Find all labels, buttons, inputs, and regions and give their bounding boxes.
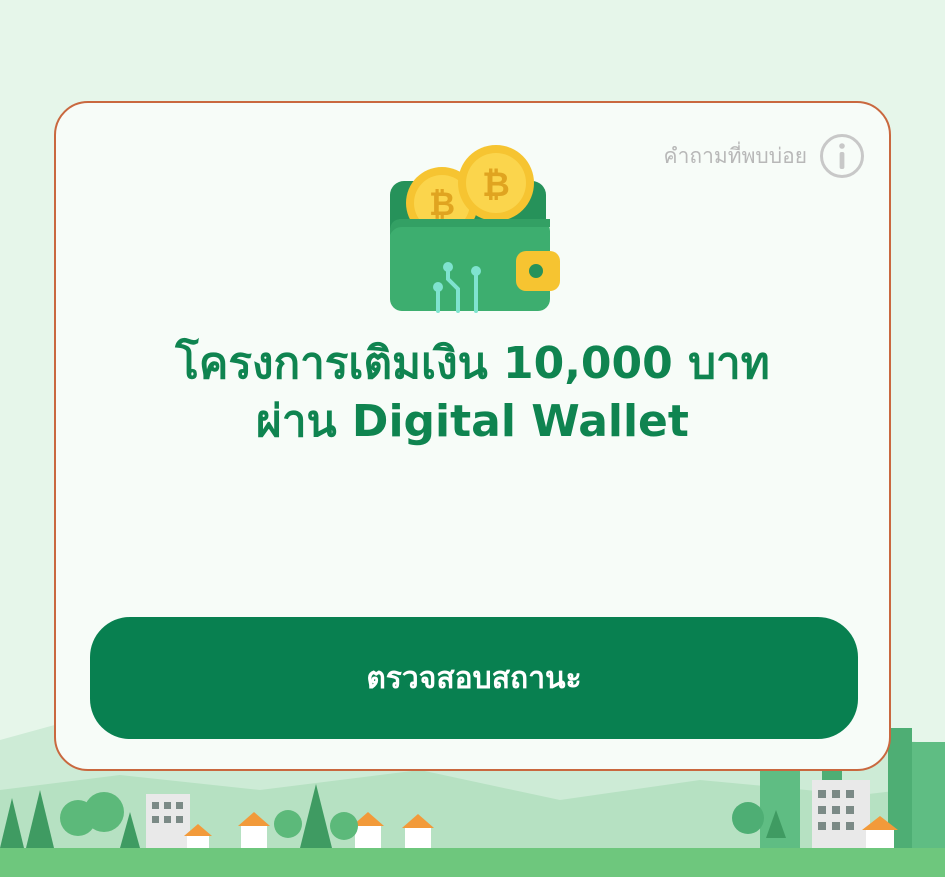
page-title: โครงการเติมเงิน 10,000 บาท ผ่าน Digital … [56, 335, 889, 451]
info-icon[interactable] [819, 133, 865, 179]
faq-label: คำถามที่พบบ่อย [663, 143, 807, 168]
check-status-button[interactable]: ตรวจสอบสถานะ [90, 617, 858, 739]
title-line-1: โครงการเติมเงิน 10,000 บาท [175, 338, 770, 389]
svg-text:₿: ₿ [482, 165, 510, 205]
svg-text:₿: ₿ [429, 185, 455, 223]
faq-link[interactable]: คำถามที่พบบ่อย [664, 133, 865, 179]
title-line-2: ผ่าน Digital Wallet [256, 396, 689, 447]
digital-wallet-card: คำถามที่พบบ่อย ₿ ₿ โครงการเติมเงิน 10,00… [54, 101, 891, 771]
bitcoin-wallet-icon: ₿ ₿ [390, 145, 560, 313]
